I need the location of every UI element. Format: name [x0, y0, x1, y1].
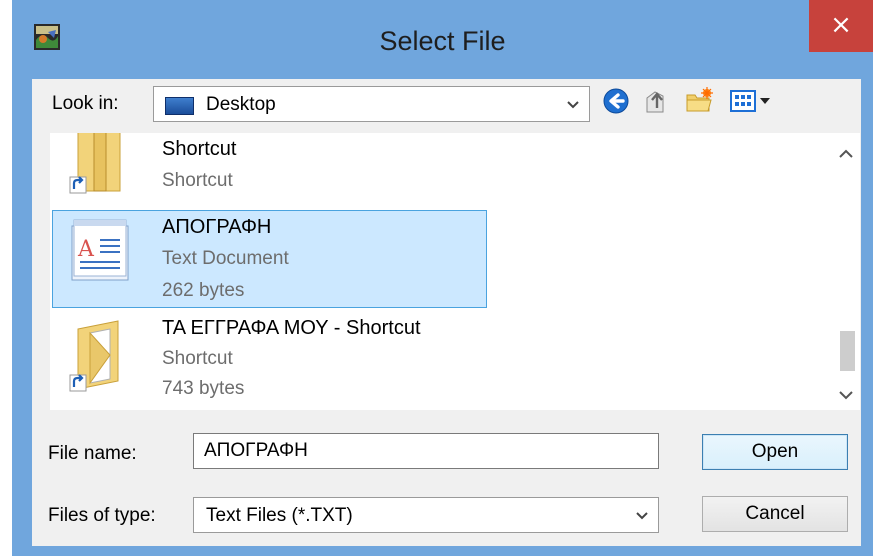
desktop-icon	[165, 97, 194, 115]
select-file-dialog: Select File × Look in: Desktop Shortcut …	[12, 0, 873, 556]
file-type: Shortcut	[162, 348, 233, 369]
file-size: 262 bytes	[162, 280, 245, 301]
folder-shortcut-icon	[69, 133, 121, 194]
new-folder-icon[interactable]	[684, 86, 714, 116]
dialog-body: Look in: Desktop Shortcut Shortcut A ΑΠΟ…	[32, 79, 861, 546]
file-list[interactable]: Shortcut Shortcut A ΑΠΟΓΡΑΦΗ Text Docume…	[50, 133, 860, 410]
chevron-down-icon[interactable]	[632, 504, 652, 526]
close-icon[interactable]: ×	[809, 0, 873, 50]
scrollbar-thumb[interactable]	[840, 331, 855, 371]
vertical-scrollbar[interactable]	[832, 133, 860, 410]
file-type-label: Files of type:	[48, 505, 156, 526]
file-name-label: File name:	[48, 443, 137, 464]
file-type: Shortcut	[162, 170, 233, 191]
folder-shortcut-icon	[69, 320, 119, 392]
close-button[interactable]: ×	[809, 0, 873, 52]
look-in-dropdown[interactable]: Desktop	[153, 86, 590, 122]
up-folder-icon[interactable]	[641, 86, 671, 116]
file-name-input[interactable]	[193, 433, 659, 469]
window-title: Select File	[379, 26, 506, 56]
list-item[interactable]: ΤΑ ΕΓΓΡΑΦΑ ΜΟΥ - Shortcut Shortcut 743 b…	[50, 311, 510, 410]
look-in-value: Desktop	[206, 94, 276, 115]
background-edge	[0, 0, 12, 556]
file-type: Text Document	[162, 248, 289, 269]
list-item[interactable]: Shortcut Shortcut	[50, 133, 510, 205]
title-bar[interactable]: Select File ×	[12, 0, 873, 79]
look-in-label: Look in:	[52, 93, 119, 114]
open-button[interactable]: Open	[702, 434, 848, 470]
list-item[interactable]: A ΑΠΟΓΡΑΦΗ Text Document 262 bytes	[50, 210, 510, 308]
scroll-up-icon[interactable]	[832, 141, 860, 167]
file-name: ΑΠΟΓΡΑΦΗ	[162, 216, 272, 238]
svg-text:A: A	[77, 237, 95, 262]
text-document-icon: A	[71, 219, 129, 281]
back-icon[interactable]	[601, 86, 631, 116]
cancel-button[interactable]: Cancel	[702, 496, 848, 532]
chevron-down-icon[interactable]	[563, 93, 583, 115]
file-type-value: Text Files (*.TXT)	[206, 505, 353, 526]
file-size: 743 bytes	[162, 378, 245, 399]
scroll-down-icon[interactable]	[832, 382, 860, 408]
file-name: ΤΑ ΕΓΓΡΑΦΑ ΜΟΥ - Shortcut	[162, 317, 421, 339]
app-icon	[34, 24, 60, 50]
view-menu-icon[interactable]	[729, 86, 777, 116]
file-type-dropdown[interactable]: Text Files (*.TXT)	[193, 497, 659, 533]
file-name: Shortcut	[162, 138, 237, 160]
